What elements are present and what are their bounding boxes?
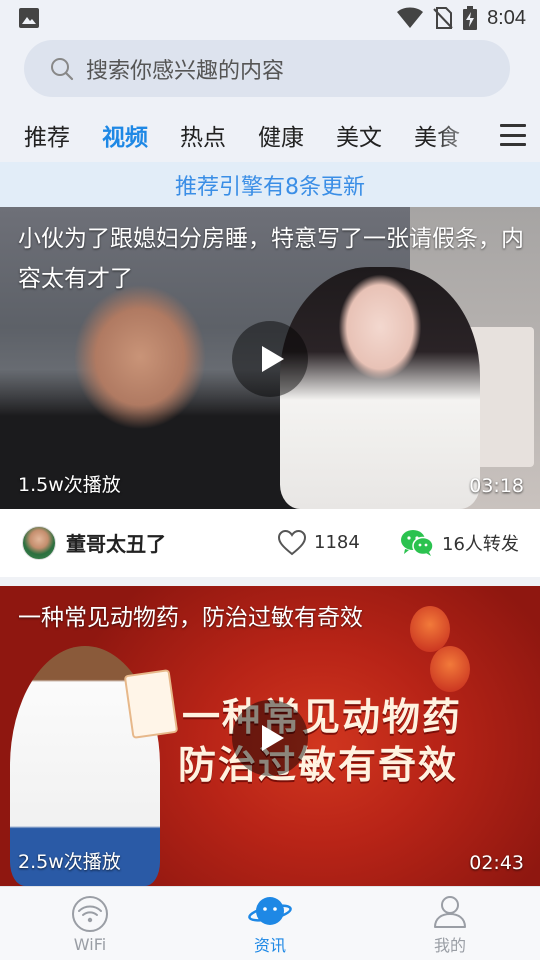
video-card[interactable]: 一种常见动物药 防治过敏有奇效 一种常见动物药，防治过敏有奇效 2.5w次播放 … [0, 586, 540, 886]
status-bar: 8:04 [0, 0, 540, 36]
no-sim-icon [433, 7, 453, 29]
tab-essay[interactable]: 美文 [320, 118, 398, 152]
thumbnail-caption: 一种常见动物药 [182, 695, 463, 739]
person-icon [434, 896, 466, 928]
search-placeholder: 搜索你感兴趣的内容 [86, 58, 285, 84]
tab-recommend[interactable]: 推荐 [8, 118, 86, 152]
author-name[interactable]: 董哥太丑了 [66, 528, 166, 557]
search-icon [51, 57, 74, 80]
bottom-nav: WiFi 资讯 我的 [0, 886, 540, 960]
search-bar[interactable]: 搜索你感兴趣的内容 [24, 40, 510, 97]
nav-item-news[interactable]: 资讯 [180, 887, 360, 960]
header: 搜索你感兴趣的内容 推荐 视频 热点 健康 美文 美食 [0, 36, 540, 168]
video-card[interactable]: 小伙为了跟媳妇分房睡，特意写了一张请假条，内容太有才了 1.5w次播放 03:1… [0, 207, 540, 576]
video-title[interactable]: 小伙为了跟媳妇分房睡，特意写了一张请假条，内容太有才了 [18, 219, 528, 299]
status-left [18, 7, 40, 29]
play-button-icon[interactable] [232, 321, 308, 397]
thumbnail-caption: 防治过敏有奇效 [178, 743, 459, 787]
clock: 8:04 [487, 6, 526, 29]
wifi-signal-icon [397, 7, 424, 28]
view-count: 2.5w次播放 [18, 851, 121, 873]
like-count: 1184 [314, 532, 360, 553]
status-right: 8:04 [397, 6, 526, 30]
video-title[interactable]: 一种常见动物药，防治过敏有奇效 [18, 598, 528, 638]
share-count: 16人转发 [442, 533, 519, 555]
heart-icon [278, 529, 306, 555]
nav-item-me[interactable]: 我的 [360, 887, 540, 960]
nav-label-news: 资讯 [253, 936, 286, 955]
tabs-menu-icon[interactable] [498, 120, 528, 150]
tabs-fade [432, 108, 492, 162]
video-thumbnail[interactable]: 小伙为了跟媳妇分房睡，特意写了一张请假条，内容太有才了 1.5w次播放 03:1… [0, 207, 540, 509]
wifi-icon [72, 895, 108, 932]
thumbnail-person [280, 267, 480, 509]
planet-icon [248, 897, 292, 925]
share-button[interactable]: 16人转发 [400, 529, 519, 557]
thumbnail-clipboard [123, 669, 179, 739]
update-banner: 推荐引擎有8条更新 [0, 162, 540, 207]
tab-hot[interactable]: 热点 [164, 118, 242, 152]
play-button-icon[interactable] [232, 700, 308, 776]
card-divider [0, 577, 540, 586]
category-tabs: 推荐 视频 热点 健康 美文 美食 [0, 108, 540, 168]
like-button[interactable]: 1184 [278, 529, 360, 556]
battery-charging-icon [463, 6, 478, 30]
nav-label-wifi: WiFi [73, 934, 107, 954]
video-duration: 02:43 [469, 852, 524, 874]
tab-health[interactable]: 健康 [242, 118, 320, 152]
image-notification-icon [19, 8, 39, 28]
avatar[interactable] [22, 525, 56, 560]
nav-item-wifi[interactable]: WiFi [0, 887, 180, 960]
wechat-icon [401, 529, 434, 556]
video-meta-bar: 董哥太丑了 1184 16人转发 [0, 509, 540, 576]
tab-video[interactable]: 视频 [86, 118, 164, 168]
view-count: 1.5w次播放 [18, 474, 121, 496]
video-thumbnail[interactable]: 一种常见动物药 防治过敏有奇效 一种常见动物药，防治过敏有奇效 2.5w次播放 … [0, 586, 540, 886]
nav-label-me: 我的 [433, 936, 466, 955]
video-duration: 03:18 [469, 475, 524, 497]
